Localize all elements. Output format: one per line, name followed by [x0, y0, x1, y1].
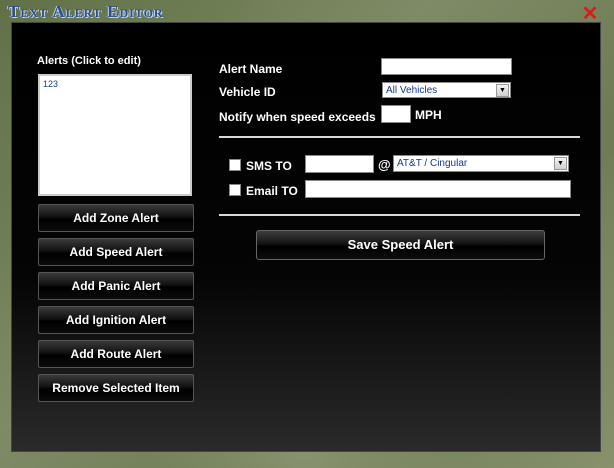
sms-label: SMS TO: [246, 159, 292, 173]
chevron-down-icon[interactable]: ▼: [496, 84, 509, 97]
email-checkbox[interactable]: [229, 184, 241, 196]
add-speed-alert-button[interactable]: Add Speed Alert: [38, 238, 194, 266]
vehicle-id-select[interactable]: All Vehicles ▼: [382, 82, 511, 98]
add-route-alert-button[interactable]: Add Route Alert: [38, 340, 194, 368]
divider: [219, 136, 580, 138]
speed-unit-label: MPH: [415, 108, 442, 122]
divider: [219, 214, 580, 216]
sms-checkbox[interactable]: [229, 159, 241, 171]
window-title: Text Alert Editor: [8, 2, 164, 21]
add-ignition-alert-button[interactable]: Add Ignition Alert: [38, 306, 194, 334]
vehicle-id-value: All Vehicles: [386, 85, 438, 96]
at-symbol: @: [378, 157, 391, 172]
email-label: Email TO: [246, 184, 298, 198]
sms-number-input[interactable]: [305, 155, 374, 173]
vehicle-id-label: Vehicle ID: [219, 85, 276, 99]
list-item[interactable]: 123: [43, 79, 187, 89]
add-zone-alert-button[interactable]: Add Zone Alert: [38, 204, 194, 232]
alert-name-label: Alert Name: [219, 62, 283, 76]
alerts-listbox[interactable]: 123: [38, 74, 192, 196]
chevron-down-icon[interactable]: ▼: [554, 157, 567, 170]
carrier-select[interactable]: AT&T / Cingular ▼: [393, 155, 569, 172]
remove-selected-item-button[interactable]: Remove Selected Item: [38, 374, 194, 402]
speed-threshold-label: Notify when speed exceeds: [219, 110, 376, 124]
speed-threshold-input[interactable]: [381, 105, 411, 123]
close-icon[interactable]: ✕: [580, 4, 600, 24]
alerts-list-label: Alerts (Click to edit): [37, 55, 141, 67]
email-input[interactable]: [305, 180, 571, 198]
carrier-value: AT&T / Cingular: [397, 158, 468, 169]
alert-name-input[interactable]: [381, 58, 512, 75]
save-speed-alert-button[interactable]: Save Speed Alert: [256, 230, 545, 260]
add-panic-alert-button[interactable]: Add Panic Alert: [38, 272, 194, 300]
